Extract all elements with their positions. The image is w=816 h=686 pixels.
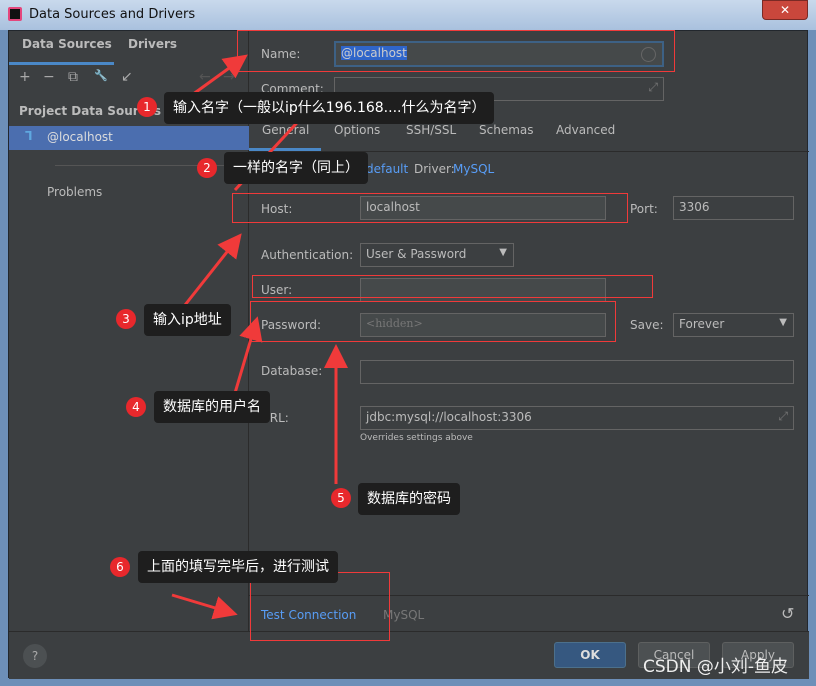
step-badge: 1 (137, 97, 157, 117)
arrow-6 (171, 593, 238, 620)
callout: 数据库的密码 (358, 483, 460, 515)
step-badge: 3 (116, 309, 136, 329)
arrow-4 (233, 316, 263, 394)
callout: 输入ip地址 (144, 304, 231, 336)
callout: 一样的名字（同上） (224, 152, 368, 184)
callout: 数据库的用户名 (154, 391, 270, 423)
step-badge: 5 (331, 488, 351, 508)
callout: 输入名字（一般以ip什么196.168....什么为名字） (164, 92, 495, 124)
watermark: CSDN @小刘-鱼皮 (643, 657, 789, 677)
callout: 上面的填写完毕后，进行测试 (138, 551, 338, 583)
step-badge: 2 (197, 158, 217, 178)
step-badge: 6 (110, 557, 130, 577)
arrow-3 (183, 233, 242, 306)
step-badge: 4 (126, 397, 146, 417)
